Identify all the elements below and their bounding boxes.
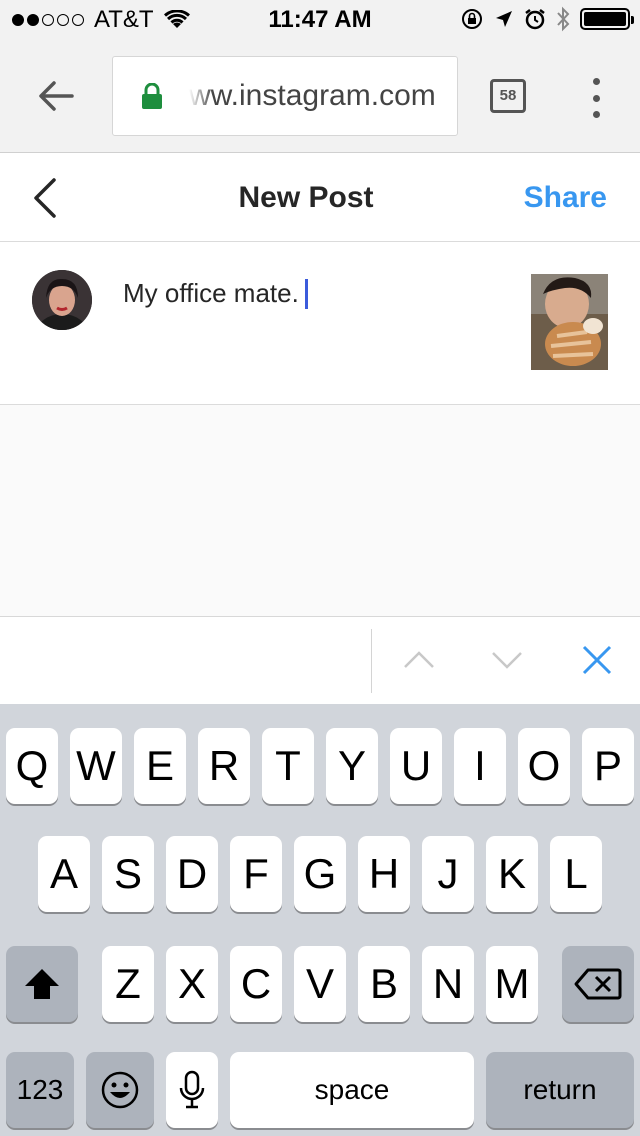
key-s[interactable]: S [102, 836, 154, 912]
new-post-header: New Post Share [0, 153, 640, 242]
microphone-icon [179, 1070, 205, 1109]
post-thumbnail [531, 274, 608, 370]
key-l[interactable]: L [550, 836, 602, 912]
return-key[interactable]: return [486, 1052, 634, 1128]
empty-area [0, 405, 640, 617]
space-key[interactable]: space [230, 1052, 474, 1128]
caption-text: My office mate. [123, 278, 299, 308]
key-g[interactable]: G [294, 836, 346, 912]
browser-menu-icon[interactable] [590, 78, 602, 118]
key-n[interactable]: N [422, 946, 474, 1022]
url-bar[interactable]: ww.instagram.com [112, 56, 458, 136]
backspace-icon [574, 968, 622, 1000]
key-w[interactable]: W [70, 728, 122, 804]
key-r[interactable]: R [198, 728, 250, 804]
alarm-icon [525, 9, 545, 30]
key-k[interactable]: K [486, 836, 538, 912]
tab-switcher-button[interactable]: 58 [490, 79, 526, 113]
key-o[interactable]: O [518, 728, 570, 804]
delete-key[interactable] [562, 946, 634, 1022]
browser-toolbar: ww.instagram.com 58 [0, 40, 640, 153]
screen: AT&T 11:47 AM ww.instagram.com 58 New Po… [0, 0, 640, 1136]
browser-back-icon[interactable] [36, 76, 76, 116]
key-c[interactable]: C [230, 946, 282, 1022]
page-title: New Post [238, 181, 374, 214]
key-d[interactable]: D [166, 836, 218, 912]
close-icon[interactable] [580, 643, 614, 677]
bluetooth-icon [557, 6, 570, 32]
key-i[interactable]: I [454, 728, 506, 804]
key-e[interactable]: E [134, 728, 186, 804]
status-right [460, 6, 634, 32]
text-cursor [304, 278, 308, 309]
orientation-lock-icon [462, 9, 482, 29]
location-arrow-icon [496, 11, 512, 27]
key-j[interactable]: J [422, 836, 474, 912]
key-x[interactable]: X [166, 946, 218, 1022]
key-t[interactable]: T [262, 728, 314, 804]
dictation-key[interactable] [166, 1052, 218, 1128]
key-y[interactable]: Y [326, 728, 378, 804]
share-button[interactable]: Share [524, 181, 607, 215]
status-bar: AT&T 11:47 AM [0, 0, 640, 40]
emoji-key[interactable] [86, 1052, 154, 1128]
emoji-icon [101, 1071, 139, 1109]
url-text: ww.instagram.com [189, 79, 436, 112]
key-u[interactable]: U [390, 728, 442, 804]
keyboard-accessory-bar [0, 616, 640, 704]
key-z[interactable]: Z [102, 946, 154, 1022]
key-a[interactable]: A [38, 836, 90, 912]
key-b[interactable]: B [358, 946, 410, 1022]
caption-input[interactable]: My office mate. [123, 278, 308, 309]
key-f[interactable]: F [230, 836, 282, 912]
key-v[interactable]: V [294, 946, 346, 1022]
secure-lock-icon [142, 83, 162, 109]
key-q[interactable]: Q [6, 728, 58, 804]
key-h[interactable]: H [358, 836, 410, 912]
key-m[interactable]: M [486, 946, 538, 1022]
previous-field-icon[interactable] [402, 643, 436, 677]
shift-key[interactable] [6, 946, 78, 1022]
shift-icon [25, 969, 59, 999]
next-field-icon[interactable] [490, 643, 524, 677]
key-p[interactable]: P [582, 728, 634, 804]
compose-area: My office mate. [0, 242, 640, 405]
numbers-key[interactable]: 123 [6, 1052, 74, 1128]
battery-icon [580, 8, 634, 30]
avatar [32, 270, 92, 330]
keyboard: 123 space return QWERTYUIOP ASDFGHJKL ZXCV… [0, 704, 640, 1136]
